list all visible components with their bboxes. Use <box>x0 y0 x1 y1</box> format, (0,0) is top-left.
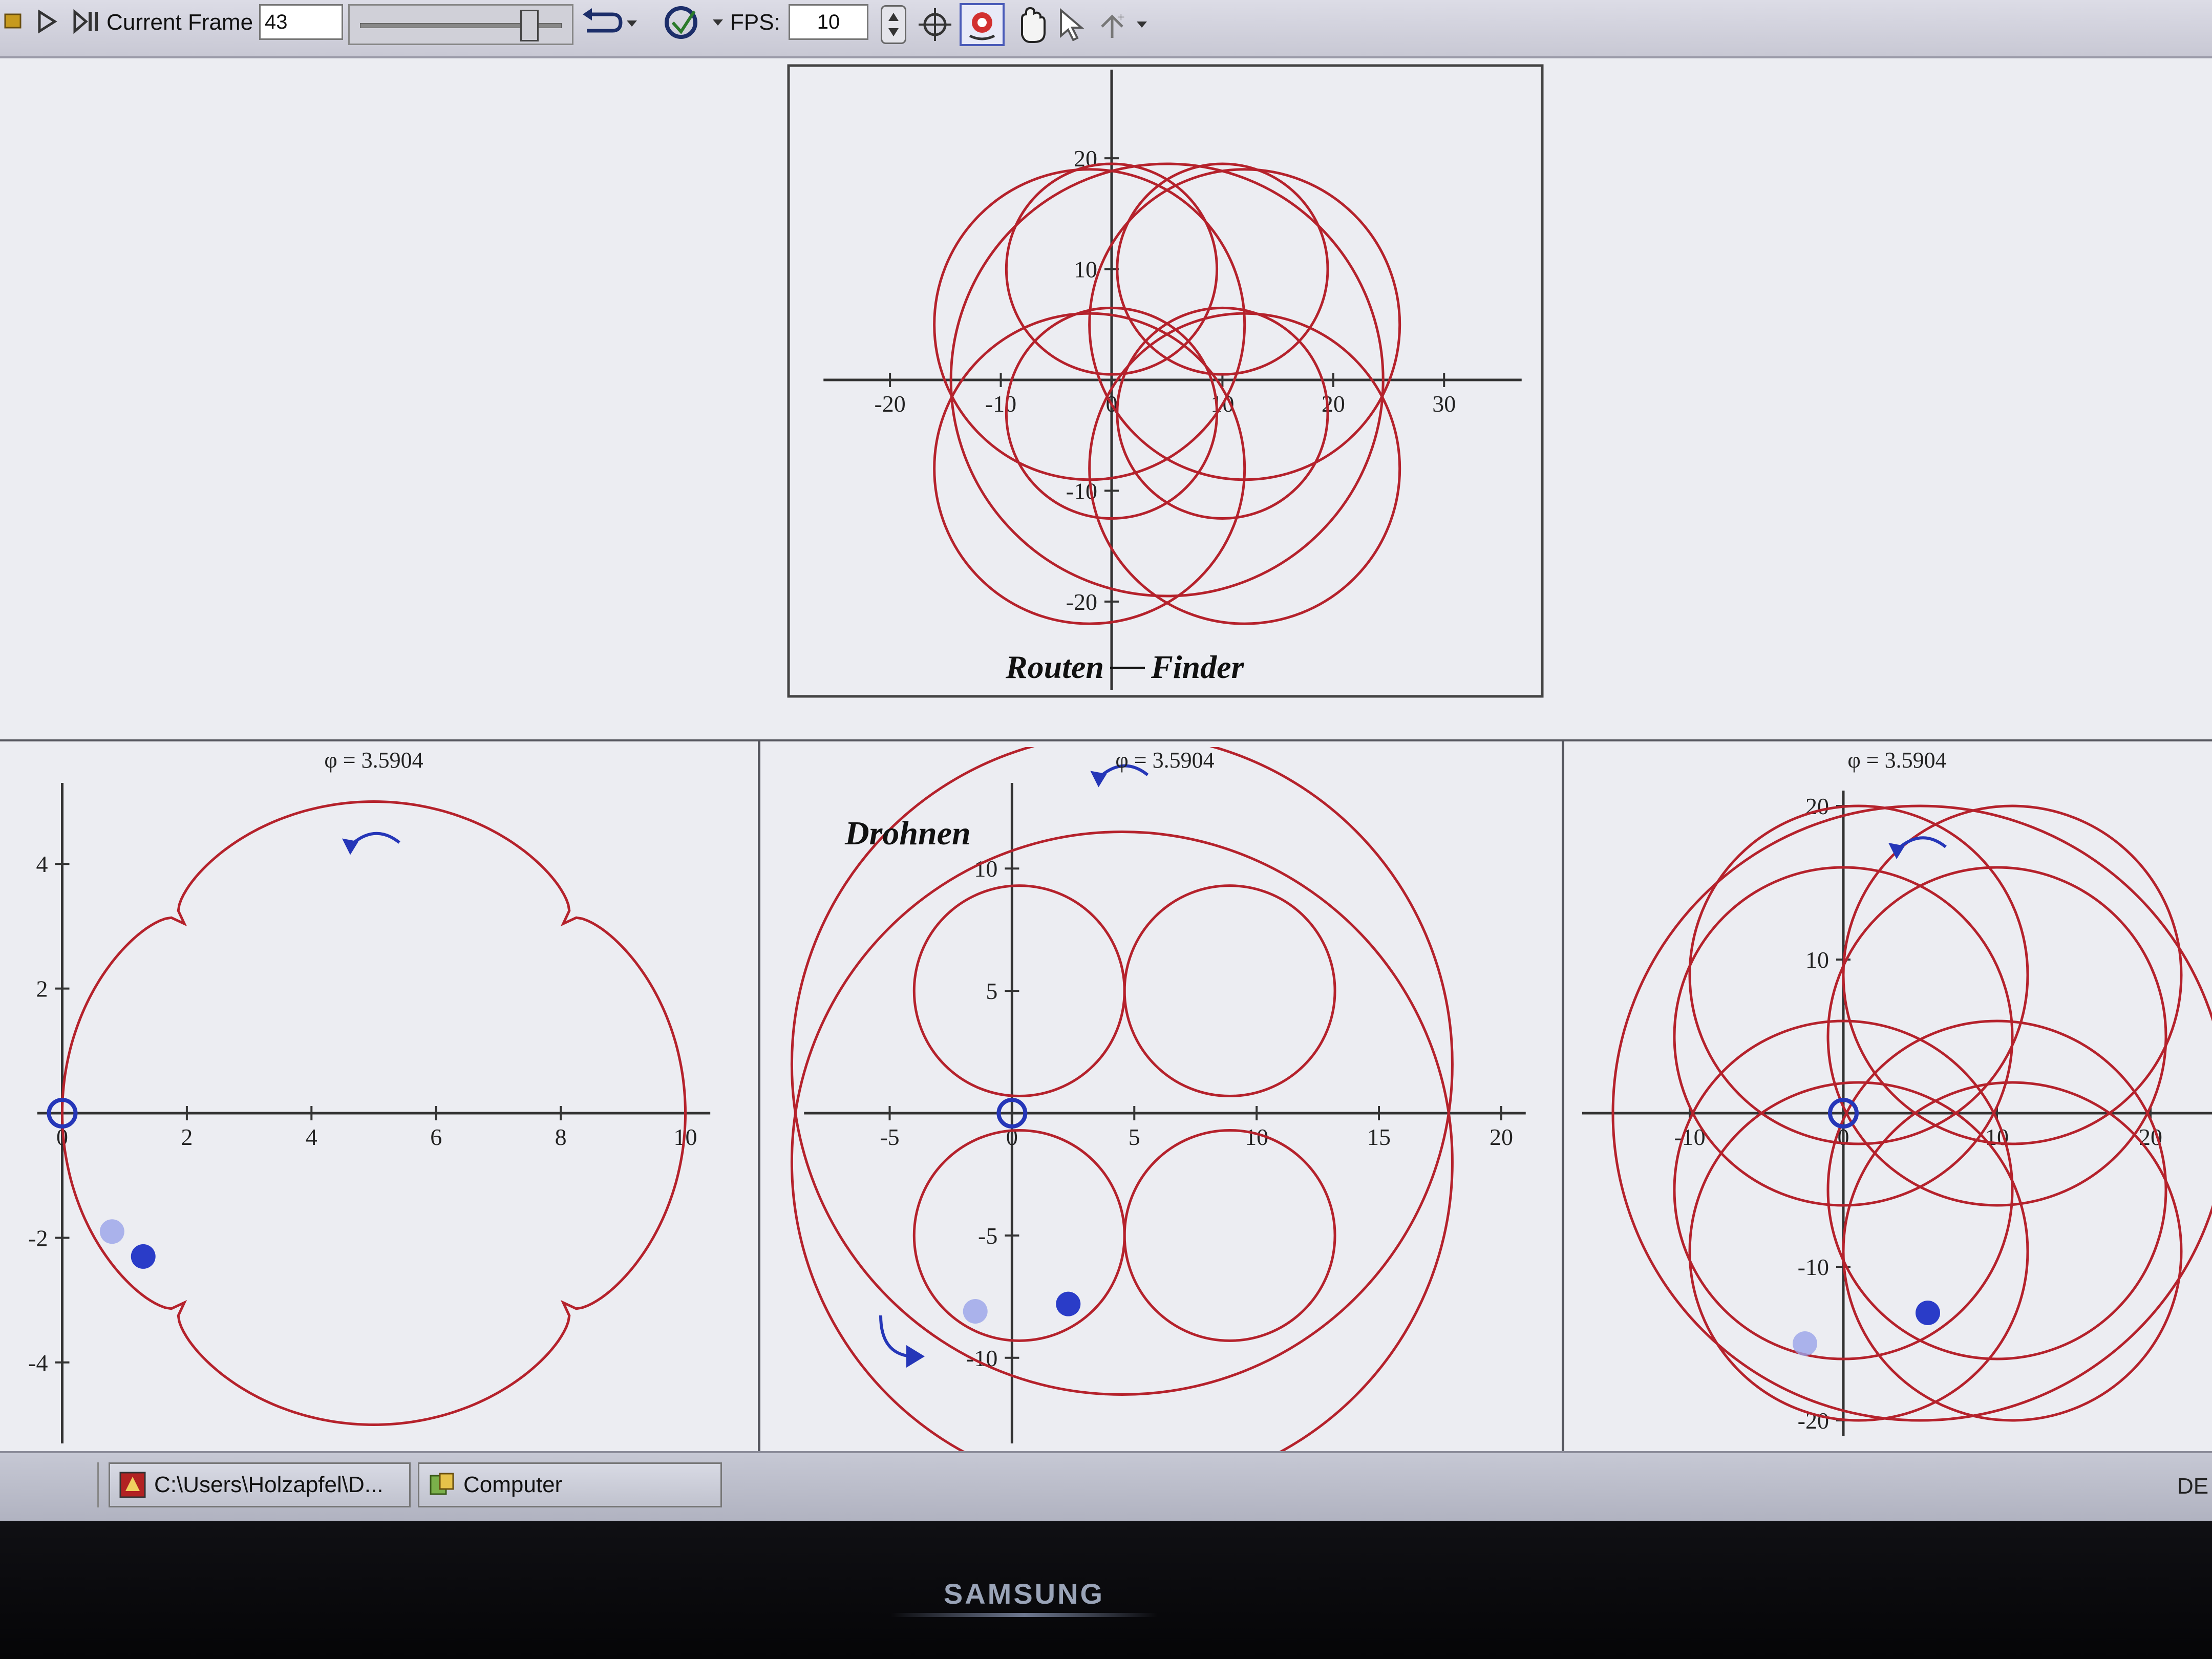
worksheet-area: -20 -10 0 10 20 30 -20 -10 10 20 Routen Finder 0246… <box>0 58 2212 1494</box>
drone-ghost-marker <box>963 1299 988 1324</box>
bottom-middle-plot[interactable]: -5 0 5 10 15 20 -10 -5 5 10 φ = 3.5904 Drohnen <box>763 732 1562 1494</box>
plot-divider <box>1562 741 1564 1451</box>
quick-launch-area <box>0 1462 99 1507</box>
section-divider <box>0 739 2212 741</box>
direction-icon[interactable] <box>655 4 732 42</box>
x-tick-label: 5 <box>1129 1124 1140 1150</box>
zoom-target-icon[interactable] <box>914 5 955 44</box>
route-curve <box>1123 884 1336 1098</box>
y-tick-label: -4 <box>28 1350 48 1376</box>
taskbar-item-label: Computer <box>463 1472 563 1497</box>
bottom-left-plot[interactable]: 0 2 4 6 8 10 -4 -2 2 4 φ = 3.5904 <box>0 747 758 1451</box>
route-curve <box>1123 1129 1336 1342</box>
drone-marker <box>1056 1291 1081 1316</box>
annotation-drohnen: Drohnen <box>844 815 971 852</box>
drone-ghost-marker <box>1793 1331 1817 1356</box>
fps-spinner[interactable] <box>881 5 906 44</box>
bottom-right-plot[interactable]: -10 0 10 20 -20 -10 10 20 φ = 3.5904 <box>1567 747 2212 1451</box>
x-tick-label: -10 <box>985 391 1016 417</box>
y-tick-label: 5 <box>986 978 997 1004</box>
x-tick-label: -5 <box>880 1124 899 1150</box>
screen: Current Frame 43 FPS: 10 + -20 -10 0 10 … <box>0 0 2212 1521</box>
plot-title: φ = 3.5904 <box>1847 748 1946 773</box>
maple-app-icon <box>119 1472 146 1498</box>
y-tick-label: 4 <box>36 851 48 877</box>
route-curve <box>912 1129 1126 1342</box>
taskbar-item-label: C:\Users\Holzapfel\D... <box>154 1472 384 1497</box>
plot-title: φ = 3.5904 <box>324 748 423 773</box>
drone-ghost-marker <box>99 1219 124 1244</box>
x-tick-label: -20 <box>874 391 905 417</box>
taskbar: C:\Users\Holzapfel\D... Computer DE <box>0 1451 2212 1521</box>
color-point-icon[interactable] <box>960 3 1005 46</box>
route-curve <box>1842 804 2183 1145</box>
fps-input[interactable]: 10 <box>789 4 868 40</box>
frame-slider-thumb[interactable] <box>520 10 539 41</box>
y-tick-label: 10 <box>1805 947 1829 973</box>
y-tick-label: 10 <box>974 856 997 882</box>
annotation-routen: Routen <box>1005 649 1104 685</box>
fps-label: FPS: <box>730 10 780 35</box>
pointer-icon[interactable] <box>1055 6 1091 43</box>
taskbar-item-computer[interactable]: Computer <box>418 1462 722 1507</box>
y-tick-label: 2 <box>36 976 48 1002</box>
svg-text:+: + <box>1117 10 1125 25</box>
step-forward-icon[interactable] <box>72 7 102 36</box>
top-plot[interactable]: -20 -10 0 10 20 30 -20 -10 10 20 Routen Finder <box>786 63 1544 698</box>
route-curve <box>1842 1081 2183 1422</box>
animation-toolbar: Current Frame 43 FPS: 10 + <box>0 0 2212 58</box>
y-tick-label: -5 <box>978 1223 997 1249</box>
route-curve <box>912 884 1126 1098</box>
x-tick-label: 2 <box>181 1124 193 1150</box>
drone-marker <box>131 1244 156 1269</box>
x-tick-label: 30 <box>1432 391 1456 417</box>
plot-title: φ = 3.5904 <box>1115 748 1214 773</box>
current-frame-input[interactable]: 43 <box>259 4 343 40</box>
x-tick-label: 20 <box>2139 1124 2162 1150</box>
loop-icon[interactable] <box>577 5 638 41</box>
y-tick-label: -20 <box>1066 589 1097 615</box>
frame-slider[interactable] <box>348 4 573 45</box>
y-tick-label: -2 <box>28 1225 48 1251</box>
drone-marker <box>1916 1301 1940 1325</box>
brand-underline <box>891 1613 1157 1617</box>
x-tick-label: 20 <box>1490 1124 1513 1150</box>
scale-icon[interactable]: + <box>1095 6 1156 43</box>
play-icon[interactable] <box>32 7 62 36</box>
current-frame-label: Current Frame <box>107 10 253 35</box>
x-tick-label: 6 <box>430 1124 442 1150</box>
x-tick-label: 4 <box>306 1124 317 1150</box>
x-tick-label: 15 <box>1367 1124 1391 1150</box>
taskbar-item-maple[interactable]: C:\Users\Holzapfel\D... <box>109 1462 411 1507</box>
turn-arrow-head <box>906 1345 925 1368</box>
x-tick-label: 10 <box>1985 1124 2009 1150</box>
route-curve <box>1116 162 1329 376</box>
y-tick-label: -10 <box>1798 1254 1829 1280</box>
annotation-finder: Finder <box>1151 649 1244 685</box>
computer-icon <box>430 1473 454 1495</box>
y-tick-label: 20 <box>1805 793 1829 819</box>
stop-icon[interactable] <box>2 9 25 32</box>
pan-hand-icon[interactable] <box>1010 4 1053 45</box>
monitor-brand: SAMSUNG <box>943 1578 1105 1610</box>
plot-divider <box>758 741 760 1451</box>
tray-language[interactable]: DE <box>2177 1474 2208 1499</box>
x-tick-label: 8 <box>555 1124 567 1150</box>
y-tick-label: 10 <box>1074 257 1097 283</box>
